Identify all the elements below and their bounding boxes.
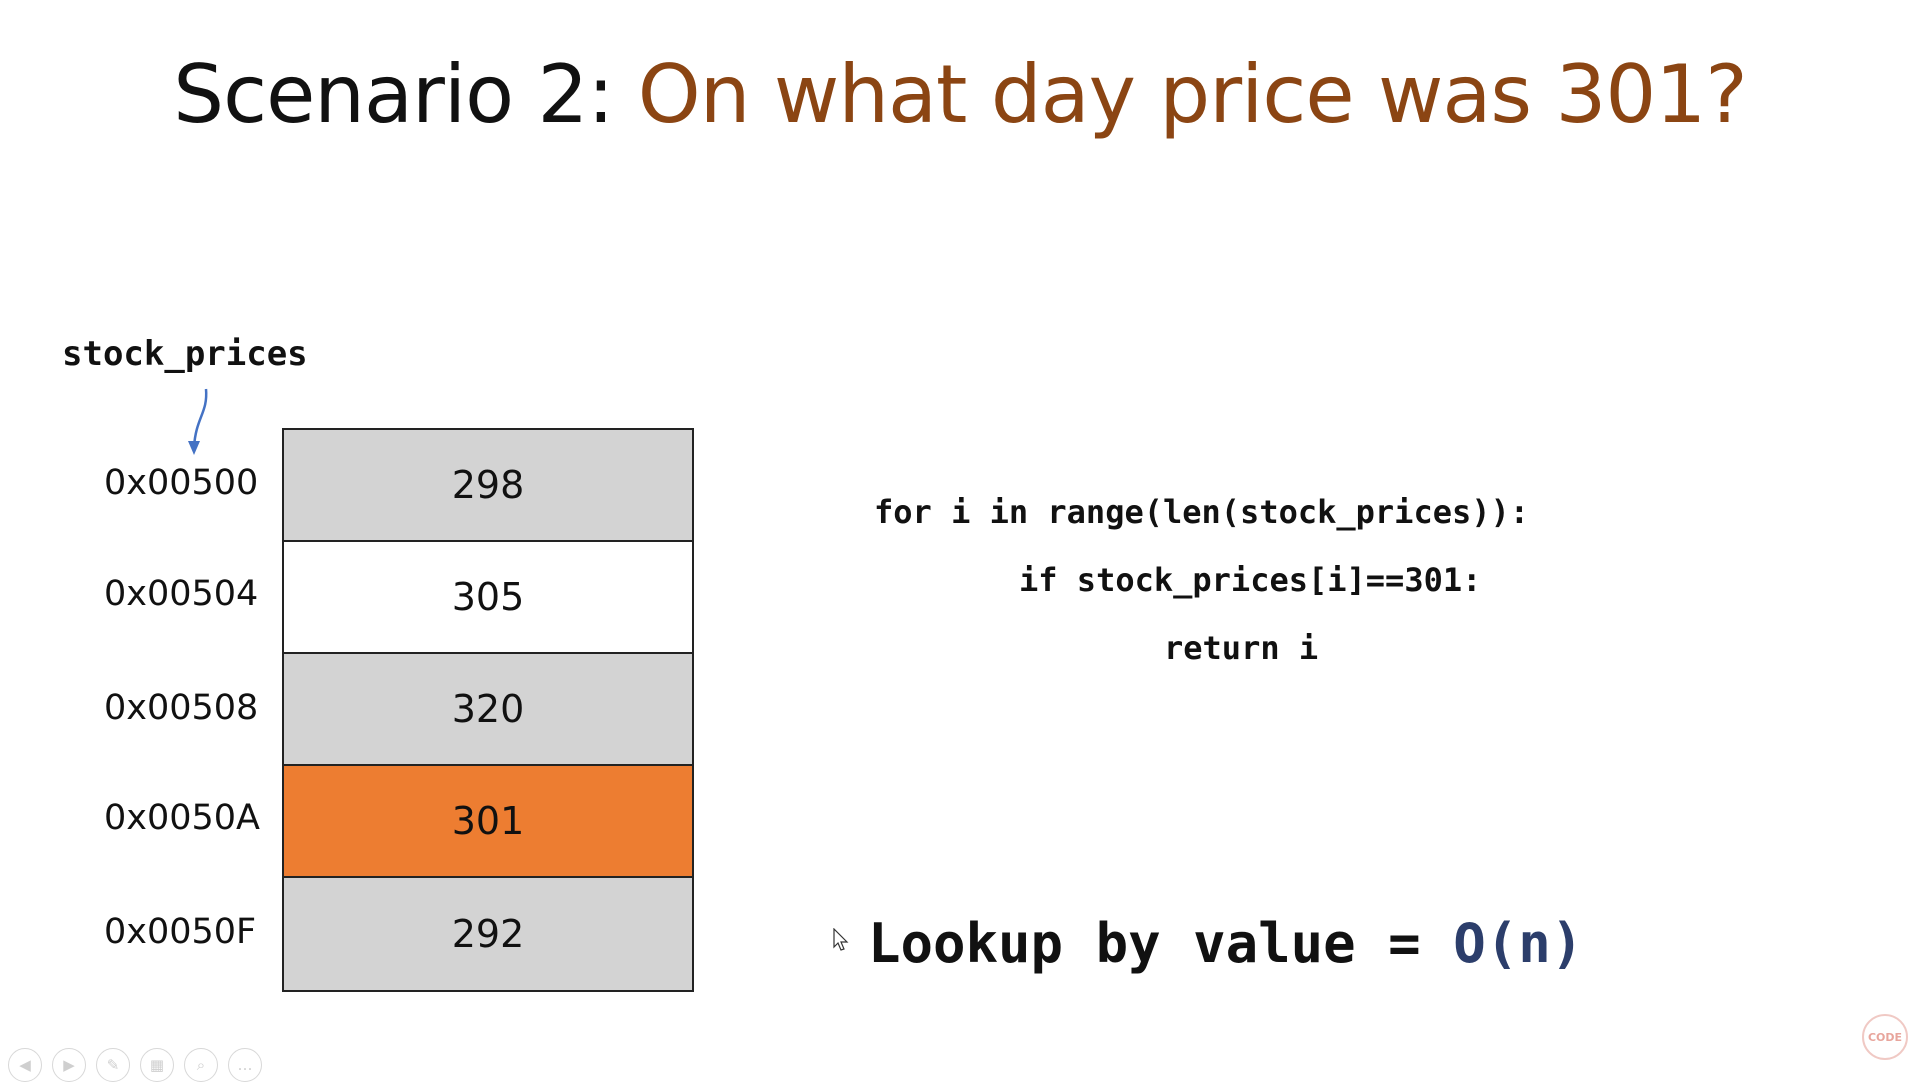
array-cell: 305 — [284, 542, 692, 654]
title-prefix: Scenario 2: — [173, 48, 614, 141]
array-cell: 298 — [284, 430, 692, 542]
code-line-for: for i in range(len(stock_prices)): — [874, 493, 1530, 531]
memory-address: 0x0050F — [104, 912, 257, 952]
code-line-return: return i — [1164, 629, 1319, 667]
array-cell: 320 — [284, 654, 692, 766]
array-cell: 292 — [284, 878, 692, 990]
code-line-if: if stock_prices[i]==301: — [1019, 561, 1482, 599]
memory-address: 0x00508 — [104, 688, 259, 728]
slide-title: Scenario 2: On what day price was 301? — [0, 48, 1920, 141]
slideshow-controls: ◀ ▶ ✎ ▦ ⌕ … — [8, 1048, 262, 1082]
array-memory-block: 298 305 320 301 292 — [282, 428, 694, 992]
memory-address: 0x00504 — [104, 574, 259, 614]
lookup-label: Lookup by value = — [868, 912, 1421, 975]
array-cell-highlighted: 301 — [284, 766, 692, 878]
more-icon[interactable]: … — [228, 1048, 262, 1082]
next-icon[interactable]: ▶ — [52, 1048, 86, 1082]
lookup-statement: Lookup by value = O(n) — [868, 912, 1583, 975]
previous-icon[interactable]: ◀ — [8, 1048, 42, 1082]
pen-icon[interactable]: ✎ — [96, 1048, 130, 1082]
mouse-cursor-icon — [833, 928, 849, 951]
lookup-complexity: O(n) — [1453, 912, 1584, 975]
slides-icon[interactable]: ▦ — [140, 1048, 174, 1082]
zoom-icon[interactable]: ⌕ — [184, 1048, 218, 1082]
memory-address: 0x00500 — [104, 463, 259, 503]
memory-address: 0x0050A — [104, 798, 260, 838]
variable-name: stock_prices — [62, 334, 308, 374]
title-question: On what day price was 301? — [637, 48, 1748, 141]
codebasics-logo: CODE — [1862, 1014, 1908, 1060]
pointer-arrow-icon — [188, 388, 208, 455]
